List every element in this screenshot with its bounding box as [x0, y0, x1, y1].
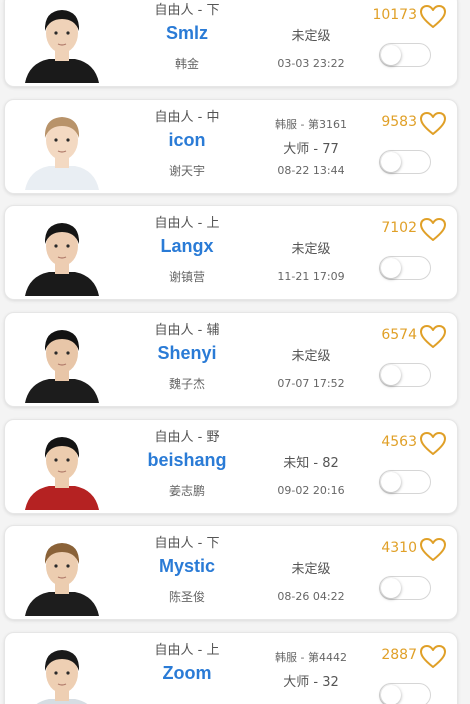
- server-rank: 韩服 - 第3161: [275, 118, 347, 131]
- favorite-toggle[interactable]: [379, 576, 431, 600]
- player-card[interactable]: 自由人 - 下 Mystic 陈圣俊 未定级 08-26 04:22 4310: [4, 525, 458, 620]
- player-avatar: [19, 424, 105, 510]
- player-avatar: [19, 317, 105, 403]
- player-name[interactable]: Shenyi: [105, 343, 269, 364]
- player-avatar: [19, 104, 105, 190]
- heart-icon[interactable]: [419, 111, 447, 137]
- favorite-toggle[interactable]: [379, 470, 431, 494]
- player-role: 自由人 - 上: [154, 643, 220, 658]
- player-card[interactable]: 自由人 - 下 Smlz 韩金 未定级 03-03 23:22 10173: [4, 0, 458, 87]
- player-rank: 未定级: [291, 562, 331, 577]
- player-real-name: 姜志鹏: [168, 484, 205, 498]
- heart-icon[interactable]: [419, 537, 447, 563]
- player-rank: 未定级: [291, 242, 331, 257]
- player-avatar: [19, 637, 105, 704]
- favorite-toggle[interactable]: [379, 256, 431, 280]
- heart-icon[interactable]: [419, 4, 447, 30]
- last-active-time: 07-07 17:52: [277, 377, 345, 390]
- last-active-time: 11-21 17:09: [277, 270, 345, 283]
- toggle-knob: [381, 258, 401, 278]
- last-active-time: 08-22 13:44: [277, 164, 345, 177]
- last-active-time: 03-03 23:22: [277, 57, 345, 70]
- player-score: 4563: [381, 434, 417, 450]
- heart-icon[interactable]: [419, 324, 447, 350]
- player-card[interactable]: 自由人 - 野 beishang 姜志鹏 未知 - 82 09-02 20:16 4563: [4, 419, 458, 514]
- player-real-name: 韩金: [174, 57, 199, 71]
- player-name[interactable]: beishang: [105, 450, 269, 471]
- player-rank: 未定级: [291, 349, 331, 364]
- player-card[interactable]: 自由人 - 上 Zoom 韩服 - 第4442 大师 - 32 2887: [4, 632, 458, 704]
- player-role: 自由人 - 辅: [154, 323, 220, 338]
- player-score: 9583: [381, 114, 417, 130]
- player-score: 7102: [381, 220, 417, 236]
- heart-icon[interactable]: [419, 644, 447, 670]
- server-rank: 韩服 - 第4442: [275, 651, 347, 664]
- player-rank: 大师 - 32: [283, 675, 339, 690]
- heart-icon[interactable]: [419, 431, 447, 457]
- favorite-toggle[interactable]: [379, 150, 431, 174]
- player-name[interactable]: icon: [105, 130, 269, 151]
- player-role: 自由人 - 中: [154, 110, 220, 125]
- player-name[interactable]: Langx: [105, 236, 269, 257]
- player-role: 自由人 - 上: [154, 216, 220, 231]
- toggle-knob: [381, 45, 401, 65]
- last-active-time: 08-26 04:22: [277, 590, 345, 603]
- player-avatar: [19, 0, 105, 83]
- player-score: 10173: [372, 7, 417, 23]
- favorite-toggle[interactable]: [379, 43, 431, 67]
- player-name[interactable]: Smlz: [105, 23, 269, 44]
- player-name[interactable]: Mystic: [105, 556, 269, 577]
- player-card[interactable]: 自由人 - 中 icon 谢天宇 韩服 - 第3161 大师 - 77 08-22 13:…: [4, 99, 458, 194]
- player-rank: 大师 - 77: [283, 142, 339, 157]
- player-role: 自由人 - 下: [154, 3, 220, 18]
- player-avatar: [19, 210, 105, 296]
- player-list: 自由人 - 下 Smlz 韩金 未定级 03-03 23:22 10173 自由人 - 中i…: [0, 0, 470, 704]
- player-role: 自由人 - 下: [154, 536, 220, 551]
- last-active-time: 09-02 20:16: [277, 484, 345, 497]
- player-real-name: 谢镇营: [168, 270, 205, 284]
- toggle-knob: [381, 365, 401, 385]
- toggle-knob: [381, 578, 401, 598]
- player-rank: 未知 - 82: [283, 456, 339, 471]
- toggle-knob: [381, 685, 401, 704]
- player-real-name: 陈圣俊: [168, 590, 205, 604]
- player-avatar: [19, 530, 105, 616]
- player-card[interactable]: 自由人 - 辅 Shenyi 魏子杰 未定级 07-07 17:52 6574: [4, 312, 458, 407]
- toggle-knob: [381, 152, 401, 172]
- player-card[interactable]: 自由人 - 上 Langx 谢镇营 未定级 11-21 17:09 7102: [4, 205, 458, 300]
- toggle-knob: [381, 472, 401, 492]
- player-score: 2887: [381, 647, 417, 663]
- player-real-name: 谢天宇: [168, 164, 205, 178]
- player-score: 4310: [381, 540, 417, 556]
- heart-icon[interactable]: [419, 217, 447, 243]
- player-name[interactable]: Zoom: [105, 663, 269, 684]
- favorite-toggle[interactable]: [379, 683, 431, 704]
- favorite-toggle[interactable]: [379, 363, 431, 387]
- player-real-name: 魏子杰: [168, 377, 205, 391]
- player-rank: 未定级: [291, 29, 331, 44]
- player-score: 6574: [381, 327, 417, 343]
- player-role: 自由人 - 野: [154, 430, 220, 445]
